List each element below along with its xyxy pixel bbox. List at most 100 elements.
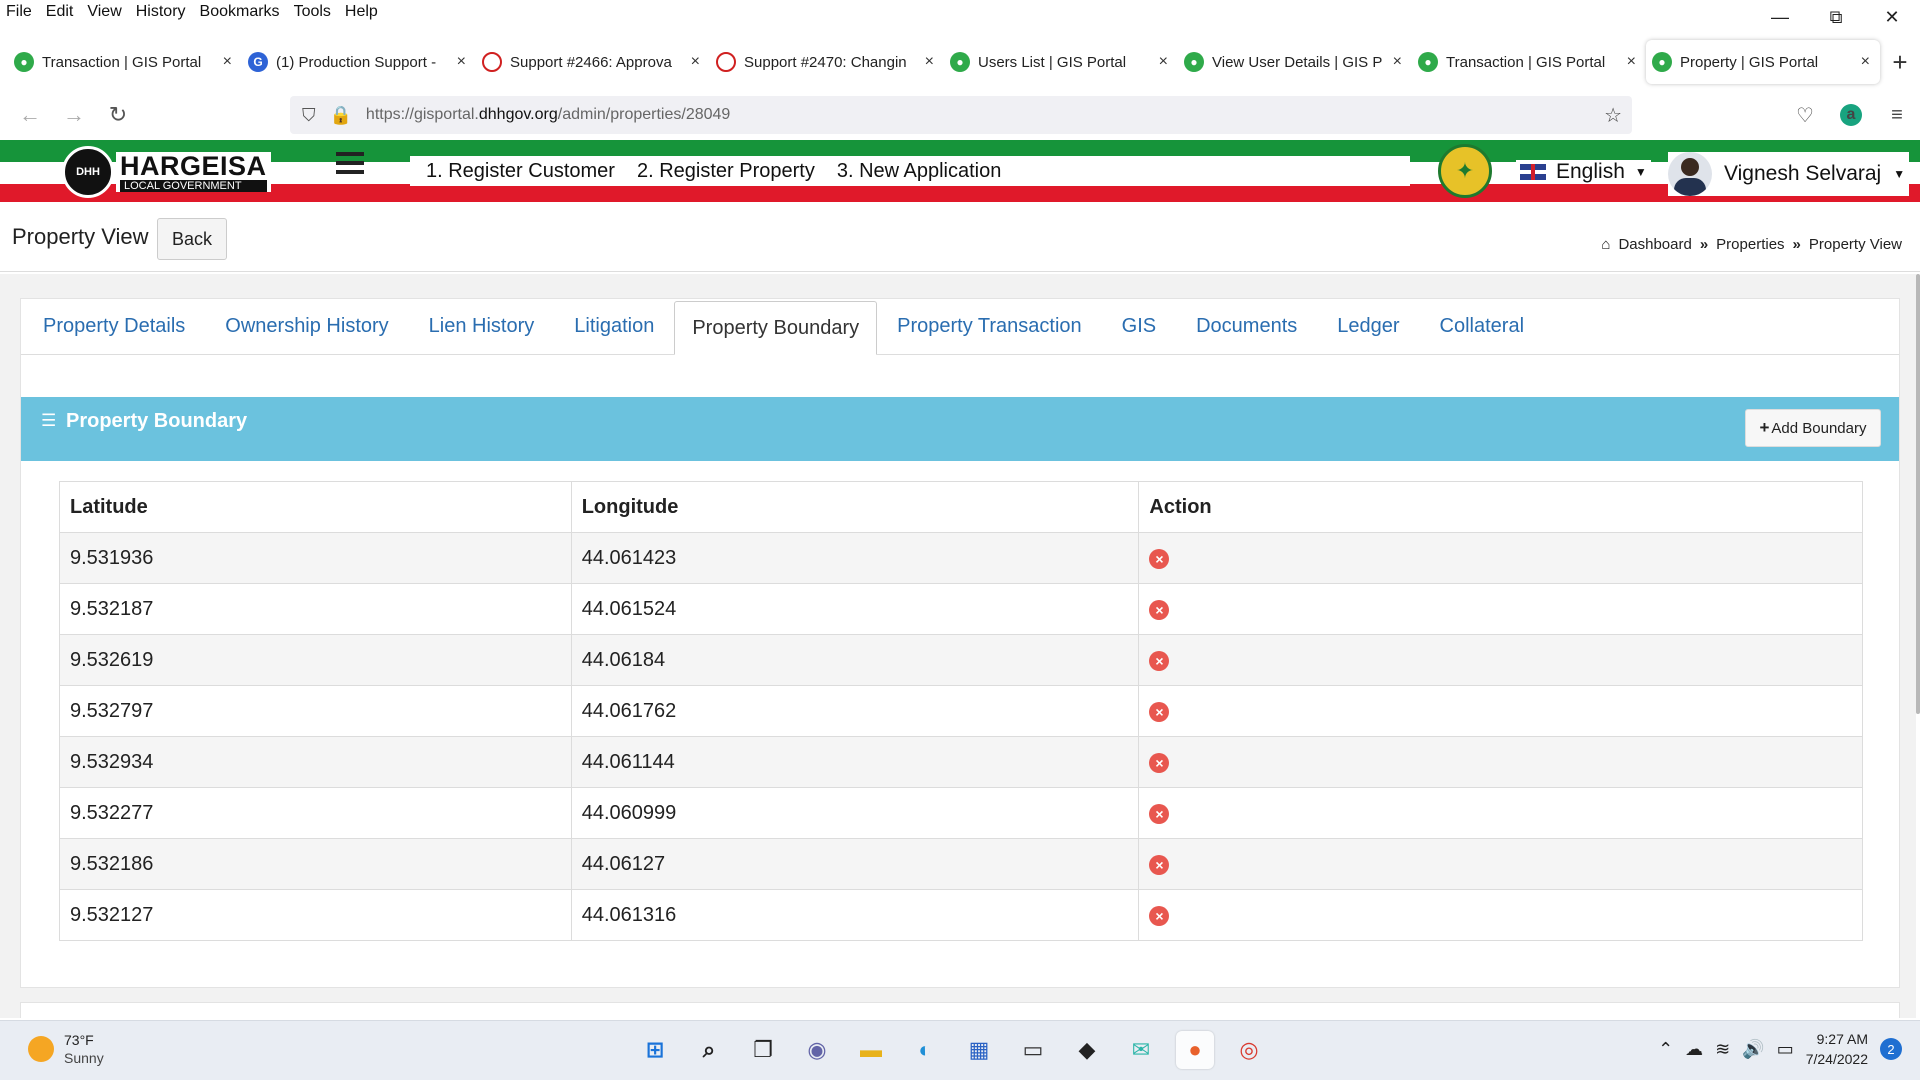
start-icon[interactable]: ⊞ <box>636 1031 674 1069</box>
tab-lien-history[interactable]: Lien History <box>409 298 555 354</box>
back-button[interactable]: Back <box>157 218 227 260</box>
browser-tab[interactable]: ● Transaction | GIS Portal × <box>8 40 242 84</box>
longitude-cell: 44.061524 <box>570 583 1140 635</box>
chrome-icon[interactable]: ◎ <box>1230 1031 1268 1069</box>
tab-close-icon[interactable]: × <box>1627 53 1636 71</box>
minimize-button[interactable]: — <box>1752 0 1808 34</box>
hargeisa-logo[interactable]: DHH HARGEISA LOCAL GOVERNMENT <box>62 146 314 198</box>
menu-view[interactable]: View <box>80 3 128 21</box>
shield-icon[interactable]: ⛉ <box>302 105 316 126</box>
register-property-link[interactable]: 2. Register Property <box>637 160 815 183</box>
bookmark-star-icon[interactable]: ☆ <box>1604 103 1622 128</box>
delete-icon[interactable]: × <box>1149 599 1170 620</box>
amazon-icon[interactable]: ▭ <box>1014 1031 1052 1069</box>
longitude-cell: 44.06127 <box>570 838 1140 890</box>
task-view-icon[interactable]: ❐ <box>744 1031 782 1069</box>
table-row: 9.531936 44.061423 × <box>59 532 1863 584</box>
page-scrollbar[interactable] <box>1916 274 1920 714</box>
breadcrumb-separator: » <box>1699 236 1709 253</box>
store-icon[interactable]: ▦ <box>960 1031 998 1069</box>
dropbox-icon[interactable]: ◆ <box>1068 1031 1106 1069</box>
app-header: DHH HARGEISA LOCAL GOVERNMENT 1. Registe… <box>0 140 1920 204</box>
pocket-icon[interactable]: ♡ <box>1782 103 1828 128</box>
delete-icon[interactable]: × <box>1149 650 1170 671</box>
search-icon[interactable]: ⌕ <box>690 1031 728 1069</box>
tab-close-icon[interactable]: × <box>1393 53 1402 71</box>
tab-close-icon[interactable]: × <box>1159 53 1168 71</box>
browser-tab[interactable]: ● Transaction | GIS Portal × <box>1412 40 1646 84</box>
user-menu[interactable]: Vignesh Selvaraj ▼ <box>1668 152 1910 196</box>
register-customer-link[interactable]: 1. Register Customer <box>426 160 615 183</box>
tab-close-icon[interactable]: × <box>457 53 466 71</box>
clock[interactable]: 9:27 AM 7/24/2022 <box>1806 1029 1868 1069</box>
boundary-table: Latitude Longitude Action 9.531936 44.06… <box>59 481 1863 941</box>
hamburger-menu-icon[interactable]: ≡ <box>1874 104 1920 127</box>
tab-property-boundary[interactable]: Property Boundary <box>674 301 878 355</box>
delete-icon[interactable]: × <box>1149 854 1170 875</box>
firefox-icon[interactable]: ● <box>1176 1031 1214 1069</box>
delete-icon[interactable]: × <box>1149 701 1170 722</box>
sidebar-toggle-icon[interactable] <box>336 152 364 174</box>
file-explorer-icon[interactable]: ▬ <box>852 1031 890 1069</box>
wifi-icon[interactable]: ≋ <box>1715 1039 1730 1060</box>
lock-icon[interactable]: 🔒 <box>330 105 352 126</box>
onedrive-icon[interactable]: ☁ <box>1685 1039 1703 1060</box>
browser-tab[interactable]: Support #2466: Approva × <box>476 40 710 84</box>
menu-tools[interactable]: Tools <box>287 3 338 21</box>
gis-icon: ● <box>1652 52 1672 72</box>
longitude-cell: 44.061316 <box>570 889 1140 941</box>
weather-widget[interactable]: 73°F Sunny <box>28 1031 104 1067</box>
browser-tab-active[interactable]: ● Property | GIS Portal × <box>1646 40 1880 84</box>
delete-icon[interactable]: × <box>1149 905 1170 926</box>
volume-icon[interactable]: 🔊 <box>1742 1039 1764 1060</box>
breadcrumb-dashboard[interactable]: Dashboard <box>1618 236 1691 253</box>
latitude-cell: 9.532127 <box>59 889 572 941</box>
teams-chat-icon[interactable]: ◉ <box>798 1031 836 1069</box>
tab-gis[interactable]: GIS <box>1102 298 1176 354</box>
account-icon[interactable]: a <box>1840 104 1862 126</box>
menu-file[interactable]: File <box>0 3 39 21</box>
back-arrow-icon[interactable]: ← <box>8 102 52 128</box>
quick-links: 1. Register Customer 2. Register Propert… <box>426 160 1001 183</box>
support-icon <box>716 52 736 72</box>
tab-close-icon[interactable]: × <box>1861 53 1870 71</box>
tab-litigation[interactable]: Litigation <box>554 298 674 354</box>
toolbar-right: ♡ a ≡ <box>1782 92 1920 138</box>
tab-close-icon[interactable]: × <box>691 53 700 71</box>
menu-help[interactable]: Help <box>338 3 385 21</box>
restore-button[interactable]: ⧉ <box>1808 0 1864 34</box>
delete-icon[interactable]: × <box>1149 548 1170 569</box>
close-window-button[interactable]: ✕ <box>1864 0 1920 34</box>
show-hidden-icons-icon[interactable]: ⌃ <box>1658 1039 1673 1060</box>
menu-bookmarks[interactable]: Bookmarks <box>193 3 287 21</box>
tab-close-icon[interactable]: × <box>223 53 232 71</box>
delete-icon[interactable]: × <box>1149 752 1170 773</box>
address-bar[interactable]: ⛉ 🔒 https://gisportal.dhhgov.org/admin/p… <box>290 96 1632 134</box>
breadcrumb-properties[interactable]: Properties <box>1716 236 1784 253</box>
reload-icon[interactable]: ↻ <box>96 102 140 128</box>
browser-tab[interactable]: Support #2470: Changin × <box>710 40 944 84</box>
add-boundary-label: Add Boundary <box>1771 419 1867 437</box>
menu-history[interactable]: History <box>129 3 193 21</box>
tab-property-transaction[interactable]: Property Transaction <box>877 298 1102 354</box>
forward-arrow-icon[interactable]: → <box>52 102 96 128</box>
menu-edit[interactable]: Edit <box>39 3 81 21</box>
tab-collateral[interactable]: Collateral <box>1420 298 1544 354</box>
notification-badge[interactable]: 2 <box>1880 1038 1902 1060</box>
tab-ledger[interactable]: Ledger <box>1317 298 1419 354</box>
tab-ownership-history[interactable]: Ownership History <box>205 298 408 354</box>
new-tab-button[interactable]: + <box>1880 47 1920 78</box>
delete-icon[interactable]: × <box>1149 803 1170 824</box>
tab-property-details[interactable]: Property Details <box>23 298 205 354</box>
mail-icon[interactable]: ✉ <box>1122 1031 1160 1069</box>
browser-tab[interactable]: ● Users List | GIS Portal × <box>944 40 1178 84</box>
new-application-link[interactable]: 3. New Application <box>837 160 1002 183</box>
tab-close-icon[interactable]: × <box>925 53 934 71</box>
add-boundary-button[interactable]: + Add Boundary <box>1745 409 1881 447</box>
battery-icon[interactable]: ▭ <box>1777 1039 1794 1060</box>
edge-icon[interactable]: ◐ <box>906 1031 944 1069</box>
language-dropdown[interactable]: English ▼ <box>1516 160 1651 184</box>
browser-tab[interactable]: ● View User Details | GIS P × <box>1178 40 1412 84</box>
tab-documents[interactable]: Documents <box>1176 298 1317 354</box>
browser-tab[interactable]: G (1) Production Support - × <box>242 40 476 84</box>
